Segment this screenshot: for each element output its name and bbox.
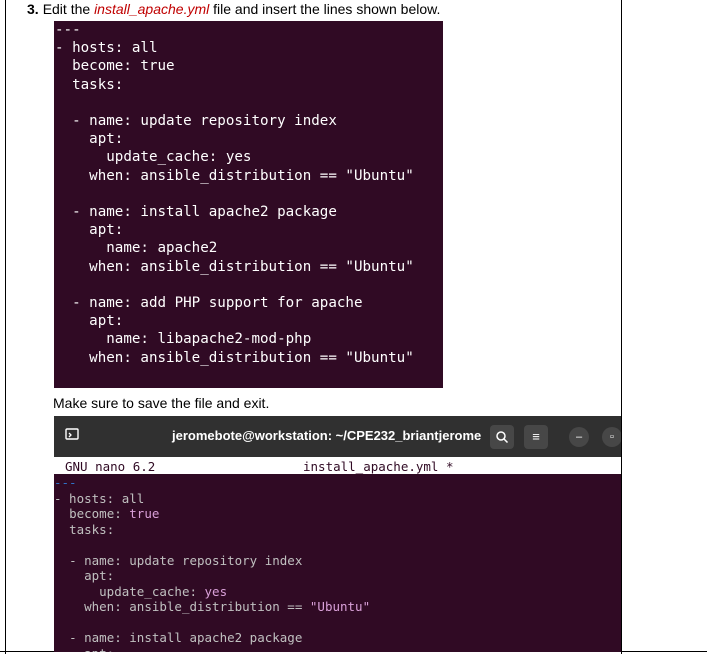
minimize-icon[interactable]: –	[569, 427, 589, 447]
terminal-icon[interactable]	[62, 426, 82, 446]
nano-filename: install_apache.yml *	[303, 459, 454, 474]
step-filename: install_apache.yml	[94, 1, 210, 17]
nano-header: GNU nano 6.2 install_apache.yml *	[54, 457, 621, 474]
search-icon[interactable]	[490, 425, 514, 449]
code-screenshot: --- - hosts: all become: true tasks: - n…	[54, 21, 443, 388]
code-block: --- - hosts: all become: true tasks: - n…	[55, 22, 414, 366]
step-text-after: file and insert the lines shown below.	[209, 1, 441, 17]
nano-editor-content[interactable]: --- - hosts: all become: true tasks: - n…	[54, 475, 370, 652]
terminal-title: jeromebote@workstation: ~/CPE232_briantj…	[172, 428, 482, 443]
frame-right-border	[621, 0, 622, 654]
nano-version: GNU nano 6.2	[65, 459, 156, 474]
frame-left-border	[5, 0, 6, 654]
terminal-titlebar: jeromebote@workstation: ~/CPE232_briantj…	[54, 416, 621, 457]
step-text-before: Edit the	[42, 1, 95, 17]
menu-icon[interactable]: ≡	[524, 425, 548, 449]
save-note: Make sure to save the file and exit.	[53, 395, 270, 411]
step-number: 3.	[27, 1, 39, 17]
terminal-window: jeromebote@workstation: ~/CPE232_briantj…	[54, 416, 621, 652]
maximize-icon[interactable]: ▫	[602, 427, 621, 447]
step-instruction: 3. Edit the install_apache.yml file and i…	[27, 0, 440, 18]
